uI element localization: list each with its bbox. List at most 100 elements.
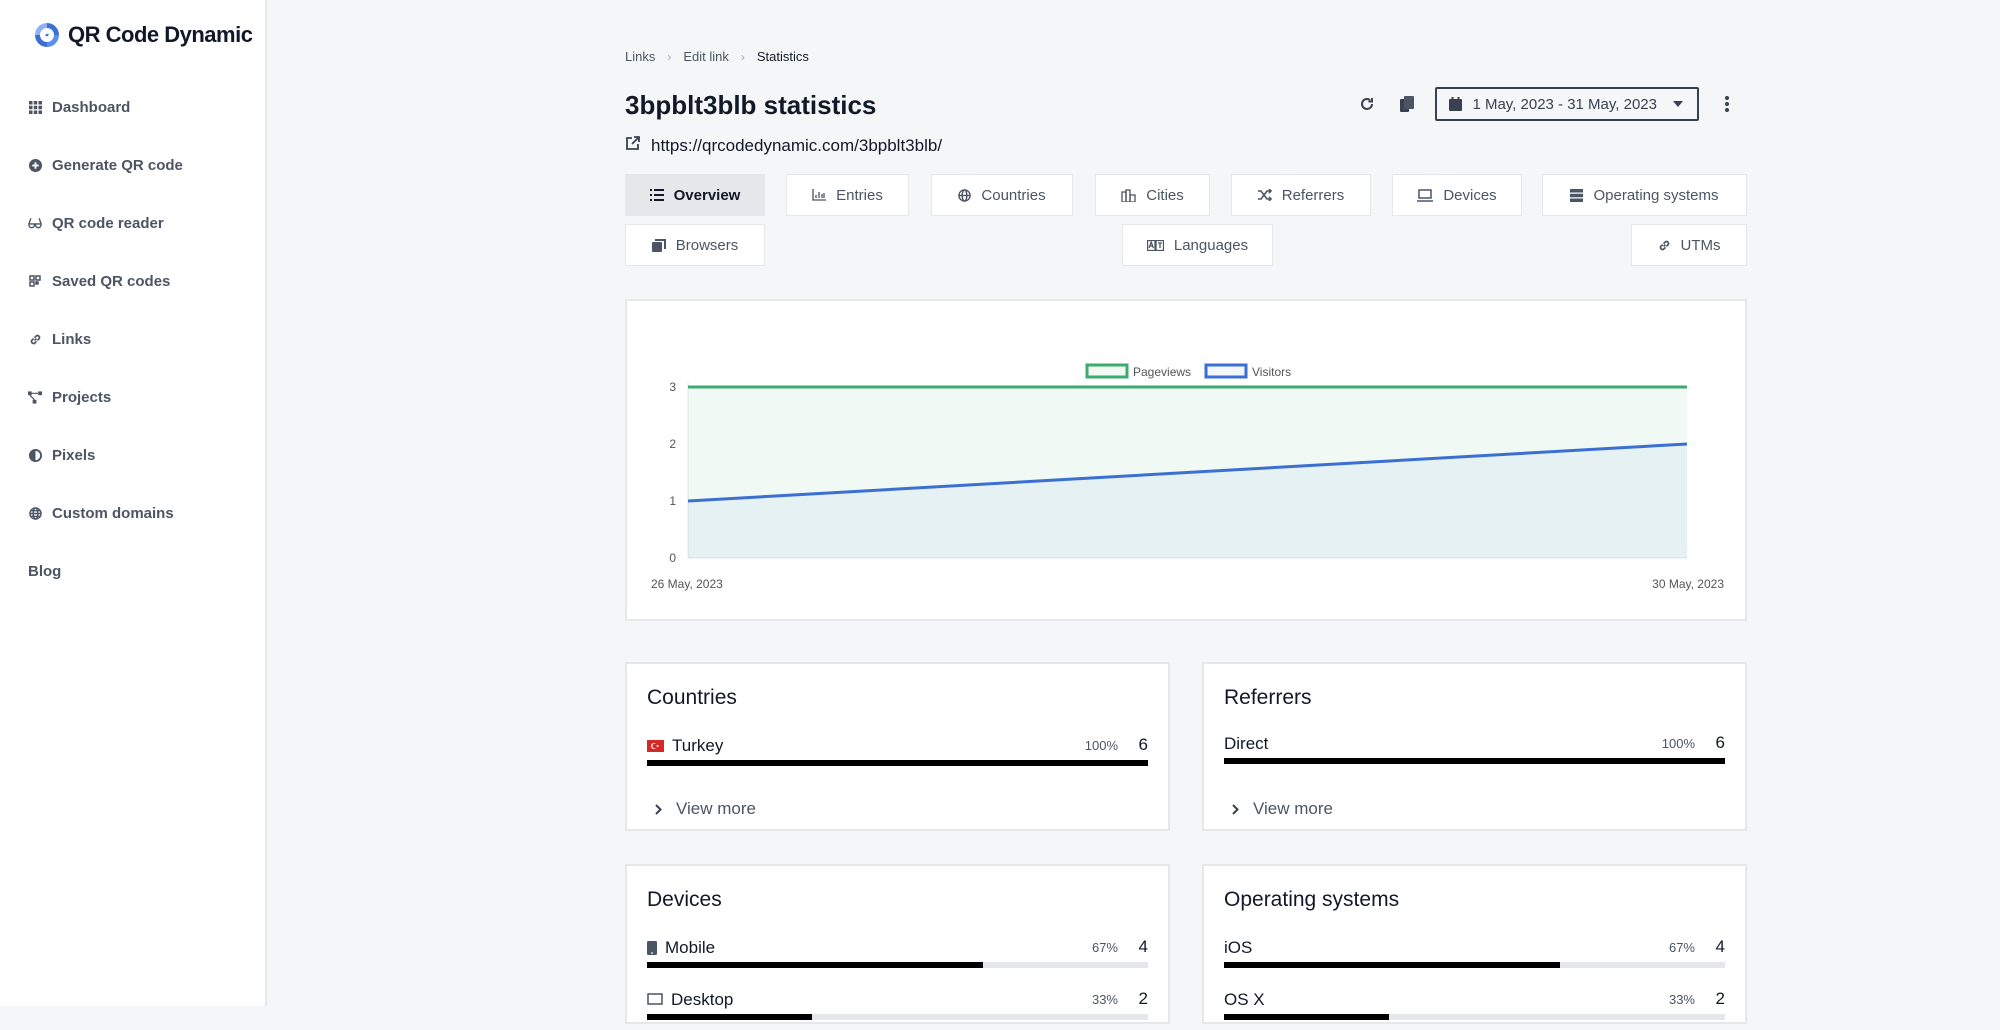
sidebar-item-dashboard[interactable]: Dashboard	[28, 78, 258, 136]
breadcrumb-edit-link[interactable]: Edit link	[683, 49, 729, 64]
city-icon	[1121, 188, 1136, 202]
sidebar-item-qr-code-reader[interactable]: QR code reader	[28, 194, 258, 252]
stat-row: OS X 33% 2	[1224, 989, 1725, 1030]
stat-bar-fill	[647, 1014, 813, 1020]
sidebar-item-links[interactable]: Links	[28, 310, 258, 368]
sidebar-item-generate-qr-code[interactable]: Generate QR code	[28, 136, 258, 194]
devices-card: Devices Mobile 67% 4 Desktop 33% 2	[625, 864, 1170, 1024]
stat-label[interactable]: OS X	[1224, 990, 1265, 1010]
calendar-icon	[1449, 97, 1463, 111]
x-tick-label: 26 May, 2023	[651, 577, 723, 591]
more-vertical-icon	[1725, 96, 1729, 112]
stat-bar	[1224, 758, 1725, 764]
project-diagram-icon	[28, 390, 42, 404]
plus-circle-icon	[28, 158, 42, 172]
short-url[interactable]: https://qrcodedynamic.com/3bpblt3blb/	[625, 135, 942, 156]
legend-label-pageviews: Pageviews	[1133, 365, 1191, 379]
stat-bar	[647, 962, 1148, 968]
stat-count: 6	[1138, 735, 1148, 754]
copy-button[interactable]	[1387, 87, 1427, 121]
chevron-right-icon: ›	[667, 49, 672, 64]
page-title: 3bpblt3blb statistics	[625, 90, 877, 120]
sidebar-item-custom-domains[interactable]: Custom domains	[28, 484, 258, 542]
sidebar-item-blog[interactable]: Blog	[28, 542, 258, 600]
stat-label[interactable]: Turkey	[672, 736, 723, 756]
sidebar-item-label: QR code reader	[52, 214, 164, 232]
more-options-button[interactable]	[1707, 87, 1747, 121]
window-restore-icon	[651, 238, 666, 252]
view-more-label: View more	[676, 799, 756, 818]
y-tick-label: 1	[669, 494, 676, 508]
tab-label: Entries	[836, 186, 883, 204]
x-tick-label: 30 May, 2023	[1652, 577, 1724, 591]
refresh-button[interactable]	[1347, 87, 1387, 121]
tab-label: UTMs	[1680, 236, 1721, 254]
stat-label[interactable]: iOS	[1224, 938, 1252, 958]
refresh-icon	[1361, 98, 1374, 110]
countries-title: Countries	[647, 686, 737, 709]
breadcrumb-links[interactable]: Links	[625, 49, 655, 64]
tab-label: Countries	[981, 186, 1046, 204]
logo-icon	[35, 23, 59, 47]
tab-devices[interactable]: Devices	[1392, 174, 1522, 216]
tab-cities[interactable]: Cities	[1095, 174, 1210, 216]
sidebar-item-pixels[interactable]: Pixels	[28, 426, 258, 484]
app-logo[interactable]: QR Code Dynamic	[32, 20, 253, 50]
stat-bar	[647, 760, 1148, 766]
stat-bar-fill	[1224, 962, 1560, 968]
short-url-text[interactable]: https://qrcodedynamic.com/3bpblt3blb/	[651, 136, 942, 156]
tab-label: Devices	[1443, 186, 1497, 204]
tab-overview[interactable]: Overview	[625, 174, 765, 216]
referrers-title: Referrers	[1224, 686, 1312, 709]
tab-operating-systems[interactable]: Operating systems	[1542, 174, 1747, 216]
operating-systems-title: Operating systems	[1224, 888, 1400, 911]
stat-label[interactable]: Direct	[1224, 734, 1268, 754]
stat-percent: 100%	[1084, 738, 1118, 753]
tab-utms[interactable]: UTMs	[1631, 224, 1747, 266]
stat-bar	[1224, 962, 1725, 968]
view-more-label: View more	[1253, 799, 1333, 818]
overview-chart-card: 0 1 2 3 26 May, 2023 30 May, 2023 Pageviews Vis…	[625, 299, 1747, 621]
sidebar-item-saved-qr-codes[interactable]: Saved QR codes	[28, 252, 258, 310]
stat-count: 4	[1138, 937, 1148, 956]
referrers-view-more-button[interactable]: View more	[1224, 799, 1333, 819]
stat-percent: 33%	[1091, 992, 1118, 1007]
tab-label: Browsers	[675, 236, 739, 254]
sidebar-item-label: Pixels	[52, 446, 96, 464]
tab-entries[interactable]: Entries	[786, 174, 909, 216]
adjust-icon	[28, 448, 42, 462]
y-tick-label: 3	[669, 380, 676, 394]
sidebar: QR Code Dynamic Dashboard Generate QR co…	[0, 0, 267, 1006]
stat-bar	[647, 1014, 1148, 1020]
tab-languages[interactable]: Languages	[1122, 224, 1273, 266]
stat-bar-fill	[647, 962, 983, 968]
grid-icon	[28, 100, 42, 114]
sidebar-item-projects[interactable]: Projects	[28, 368, 258, 426]
legend-swatch-visitors	[1204, 363, 1248, 379]
turkey-flag-icon	[647, 740, 664, 752]
server-icon	[1570, 188, 1584, 202]
glasses-icon	[28, 216, 42, 230]
stat-count: 2	[1715, 989, 1725, 1008]
stat-percent: 67%	[1668, 940, 1695, 955]
tab-countries[interactable]: Countries	[931, 174, 1073, 216]
tab-label: Referrers	[1281, 186, 1345, 204]
stat-bar-fill	[1224, 758, 1725, 764]
sidebar-item-label: Custom domains	[52, 504, 174, 522]
random-icon	[1257, 189, 1272, 201]
stat-label[interactable]: Desktop	[671, 990, 733, 1010]
stat-label[interactable]: Mobile	[665, 938, 715, 958]
stat-bar-fill	[647, 760, 1148, 766]
sidebar-item-label: Generate QR code	[52, 156, 183, 174]
countries-view-more-button[interactable]: View more	[647, 799, 756, 819]
link-icon	[28, 332, 42, 346]
stat-bar	[1224, 1014, 1725, 1020]
tab-browsers[interactable]: Browsers	[625, 224, 765, 266]
stat-bar-fill	[1224, 1014, 1390, 1020]
stat-percent: 100%	[1661, 736, 1695, 751]
stat-row: Desktop 33% 2	[647, 989, 1148, 1030]
sidebar-item-label: Dashboard	[52, 98, 131, 116]
date-range-picker[interactable]: 1 May, 2023 - 31 May, 2023	[1435, 87, 1699, 121]
statistics-tabs: Overview Entries Countries Cities Referr…	[625, 174, 1747, 266]
tab-referrers[interactable]: Referrers	[1231, 174, 1371, 216]
